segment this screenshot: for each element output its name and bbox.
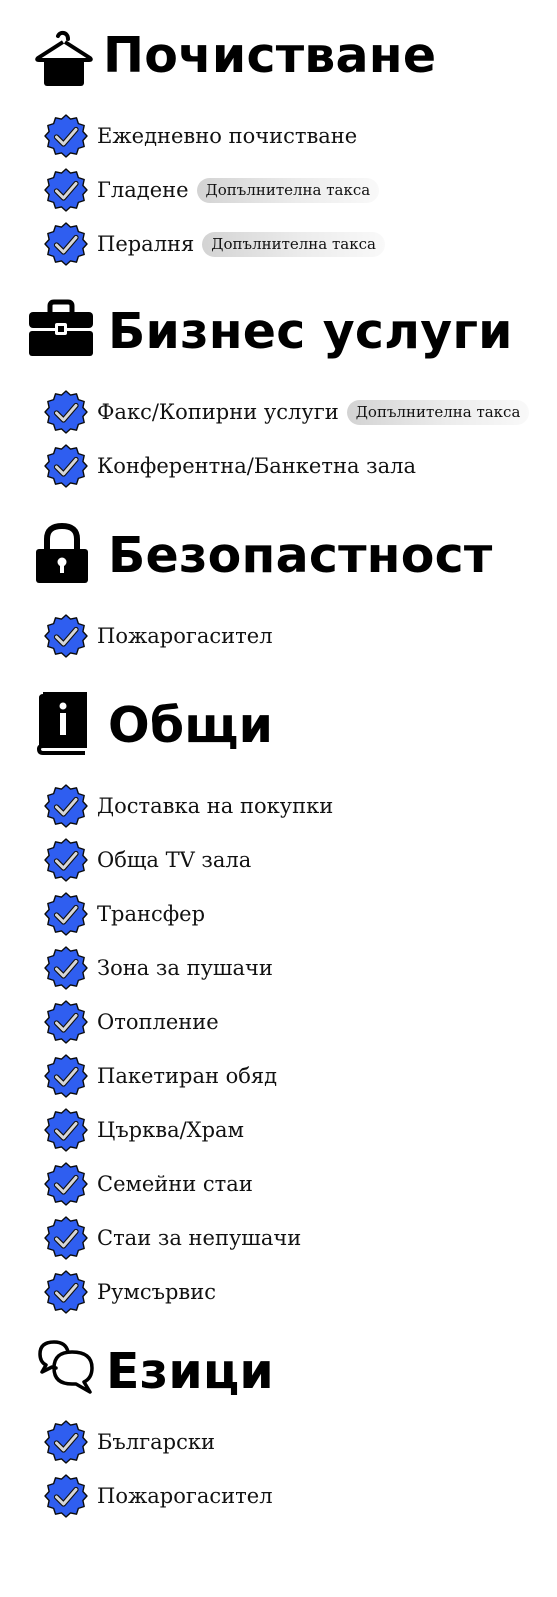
list-item: Факс/Копирни услуги Допълнителна такса	[44, 388, 554, 436]
verified-check-icon	[44, 1162, 88, 1206]
item-label: Конферентна/Банкетна зала	[97, 454, 416, 478]
extra-fee-badge: Допълнителна такса	[196, 178, 380, 203]
verified-check-icon	[44, 1420, 88, 1464]
verified-check-icon	[44, 892, 88, 936]
section-header: Почистване	[0, 22, 557, 92]
list-item: Семейни стаи	[44, 1160, 554, 1208]
list-item: Трансфер	[44, 890, 554, 938]
item-label: Гладене Допълнителна такса	[97, 177, 380, 203]
list-item: Румсървис	[44, 1268, 554, 1316]
item-label: Пералня Допълнителна такса	[97, 231, 385, 257]
section-header: Езици	[0, 1338, 557, 1408]
item-label: Румсървис	[97, 1280, 216, 1304]
list-item: Стаи за непушачи	[44, 1214, 554, 1262]
item-label: Пакетиран обяд	[97, 1064, 278, 1088]
list-item: Доставка на покупки	[44, 782, 554, 830]
item-label: Трансфер	[97, 902, 206, 926]
section-header: Общи	[0, 692, 557, 762]
extra-fee-badge: Допълнителна такса	[346, 400, 530, 425]
section-title: Бизнес услуги	[108, 303, 513, 360]
list-item: Обща TV зала	[44, 836, 554, 884]
item-label: Ежедневно почистване	[97, 124, 358, 148]
verified-check-icon	[44, 222, 88, 266]
verified-check-icon	[44, 838, 88, 882]
list-item: Църква/Храм	[44, 1106, 554, 1154]
list-item: Конферентна/Банкетна зала	[44, 442, 554, 490]
list-item: Зона за пушачи	[44, 944, 554, 992]
verified-check-icon	[44, 1108, 88, 1152]
item-label: Факс/Копирни услуги Допълнителна такса	[97, 399, 530, 425]
item-label: Български	[97, 1430, 215, 1454]
verified-check-icon	[44, 114, 88, 158]
list-item: Отопление	[44, 998, 554, 1046]
verified-check-icon	[44, 390, 88, 434]
item-label: Пожарогасител	[97, 624, 273, 648]
verified-check-icon	[44, 946, 88, 990]
item-label: Обща TV зала	[97, 848, 252, 872]
section-title: Почистване	[103, 27, 437, 84]
info-book-icon	[27, 692, 97, 762]
item-label: Отопление	[97, 1010, 219, 1034]
verified-check-icon	[44, 614, 88, 658]
list-item: Гладене Допълнителна такса	[44, 166, 554, 214]
verified-check-icon	[44, 1270, 88, 1314]
item-label: Стаи за непушачи	[97, 1226, 302, 1250]
section-title: Безопастност	[108, 527, 493, 584]
list-item: Пералня Допълнителна такса	[44, 220, 554, 268]
verified-check-icon	[44, 1000, 88, 1044]
verified-check-icon	[44, 168, 88, 212]
item-label: Семейни стаи	[97, 1172, 253, 1196]
section-title: Езици	[106, 1343, 274, 1400]
verified-check-icon	[44, 784, 88, 828]
list-item: Ежедневно почистване	[44, 112, 554, 160]
section-header: Безопастност	[0, 522, 557, 592]
verified-check-icon	[44, 1054, 88, 1098]
section-title: Общи	[108, 697, 274, 754]
lock-icon	[27, 522, 97, 592]
extra-fee-badge: Допълнителна такса	[202, 232, 385, 257]
list-item: Български	[44, 1418, 554, 1466]
hanger-icon	[30, 22, 100, 92]
list-item: Пакетиран обяд	[44, 1052, 554, 1100]
verified-check-icon	[44, 444, 88, 488]
list-item: Пожарогасител	[44, 612, 554, 660]
item-label: Църква/Храм	[97, 1118, 244, 1142]
item-label: Пожарогасител	[97, 1484, 273, 1508]
list-item: Пожарогасител	[44, 1472, 554, 1520]
item-label: Доставка на покупки	[97, 794, 334, 818]
item-label: Зона за пушачи	[97, 956, 273, 980]
verified-check-icon	[44, 1216, 88, 1260]
briefcase-icon	[27, 298, 97, 368]
section-header: Бизнес услуги	[0, 298, 557, 368]
chat-bubbles-icon	[34, 1338, 104, 1408]
verified-check-icon	[44, 1474, 88, 1518]
